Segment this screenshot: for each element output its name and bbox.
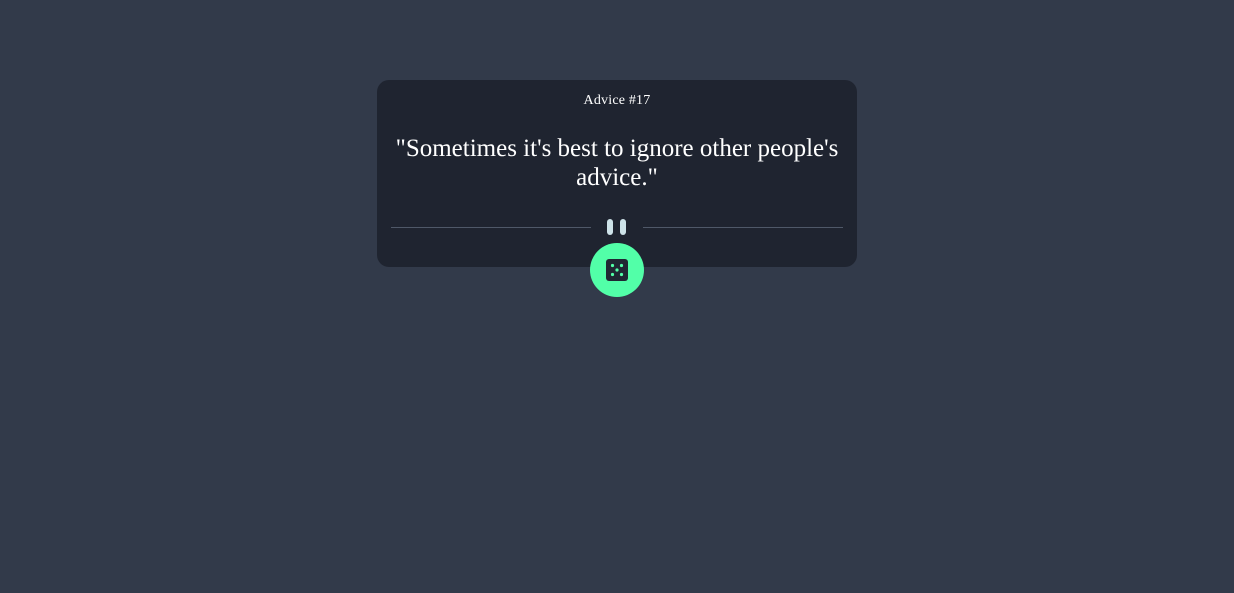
page: Advice #17 "Sometimes it's best to ignor…: [0, 0, 1234, 593]
advice-card: Advice #17 "Sometimes it's best to ignor…: [377, 80, 857, 267]
advice-id-label: Advice #17: [583, 93, 651, 108]
pattern-divider: [391, 218, 843, 236]
new-advice-button[interactable]: [590, 243, 644, 297]
divider-line-left: [391, 227, 591, 228]
divider-line-right: [643, 227, 843, 228]
pause-icon: [606, 219, 628, 236]
advice-quote: "Sometimes it's best to ignore other peo…: [395, 135, 839, 191]
dice-icon: [606, 259, 628, 281]
